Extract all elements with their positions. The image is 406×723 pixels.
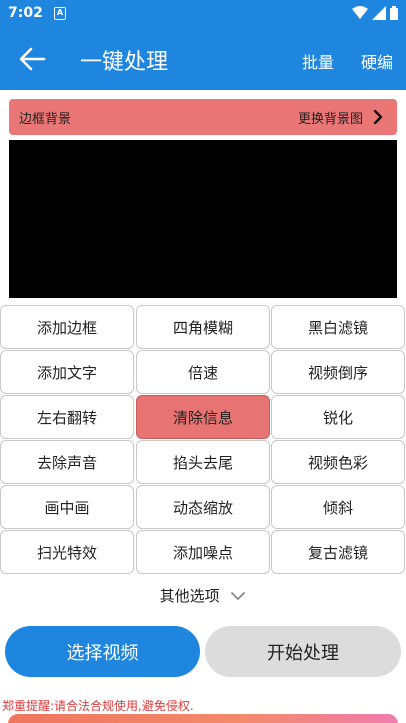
tool-button[interactable]: 画中画 xyxy=(0,485,134,529)
tool-button[interactable]: 锐化 xyxy=(271,395,405,439)
chevron-down-icon xyxy=(231,591,246,600)
tool-button[interactable]: 清除信息 xyxy=(136,395,270,439)
tool-button[interactable]: 动态缩放 xyxy=(136,485,270,529)
bottom-banner[interactable] xyxy=(8,714,398,723)
legal-warning: 郑重提醒:请合法合规使用,避免侵权. xyxy=(2,699,194,713)
tool-button[interactable]: 添加噪点 xyxy=(136,530,270,574)
tool-button[interactable]: 去除声音 xyxy=(0,440,134,484)
battery-icon xyxy=(390,6,398,20)
back-arrow-icon[interactable] xyxy=(18,46,46,72)
status-time: 7:02 xyxy=(8,5,43,21)
tool-button[interactable]: 掐头去尾 xyxy=(136,440,270,484)
change-background-label: 更换背景图 xyxy=(297,112,363,127)
tool-button[interactable]: 左右翻转 xyxy=(0,395,134,439)
hard-edit-button[interactable]: 硬编 xyxy=(361,49,393,73)
tool-button[interactable]: 视频倒序 xyxy=(271,350,405,394)
page-title: 一键处理 xyxy=(80,50,169,75)
tool-button[interactable]: 添加边框 xyxy=(0,305,134,349)
more-options-toggle[interactable]: 其他选项 xyxy=(0,585,406,606)
tool-button[interactable]: 黑白滤镜 xyxy=(271,305,405,349)
tool-button[interactable]: 倍速 xyxy=(136,350,270,394)
choose-video-button[interactable]: 选择视频 xyxy=(5,626,200,677)
tool-button[interactable]: 视频色彩 xyxy=(271,440,405,484)
tool-button[interactable]: 复古滤镜 xyxy=(271,530,405,574)
app-bar: 一键处理 批量 硬编 xyxy=(0,28,406,90)
video-preview xyxy=(9,140,397,298)
more-options-label: 其他选项 xyxy=(159,587,220,605)
tool-button[interactable]: 添加文字 xyxy=(0,350,134,394)
batch-button[interactable]: 批量 xyxy=(302,49,334,73)
tool-button[interactable]: 四角模糊 xyxy=(136,305,270,349)
border-background-label: 边框背景 xyxy=(19,112,72,127)
status-bar: 7:02 A xyxy=(0,0,406,28)
notification-icon: A xyxy=(54,7,66,20)
tool-button[interactable]: 倾斜 xyxy=(271,485,405,529)
tool-button[interactable]: 扫光特效 xyxy=(0,530,134,574)
status-icons xyxy=(352,6,398,20)
wifi-icon xyxy=(352,6,368,19)
signal-icon xyxy=(372,6,386,20)
change-background-row[interactable]: 边框背景 更换背景图 xyxy=(9,99,397,135)
chevron-right-icon xyxy=(373,109,383,125)
start-processing-button[interactable]: 开始处理 xyxy=(205,626,401,677)
